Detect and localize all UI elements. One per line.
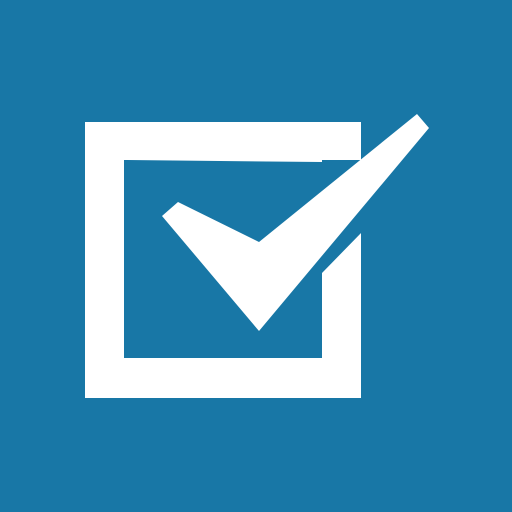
checkbox-app-icon <box>0 0 512 512</box>
checkbox-checked-icon <box>0 0 512 512</box>
